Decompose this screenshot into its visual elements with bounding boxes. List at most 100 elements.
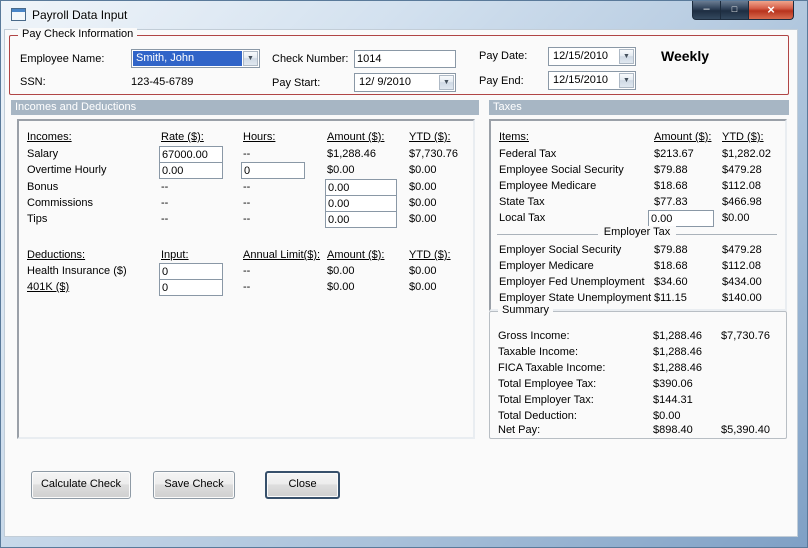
- local-tax-ytd: $0.00: [722, 212, 750, 224]
- tax-amount: $213.67: [654, 148, 694, 160]
- local-tax-label: Local Tax: [499, 212, 546, 224]
- k401-link[interactable]: 401K ($): [27, 279, 157, 296]
- summary-amount: $1,288.46: [653, 362, 702, 374]
- dropdown-arrow-icon[interactable]: ▼: [439, 75, 454, 90]
- incomes-deductions-panel: Incomes: Rate ($): Hours: Amount ($): YT…: [17, 119, 475, 439]
- tax-label: Employer Medicare: [499, 260, 594, 272]
- dropdown-arrow-icon[interactable]: ▼: [619, 49, 634, 64]
- summary-amount: $144.31: [653, 394, 693, 406]
- summary-amount: $390.06: [653, 378, 693, 390]
- salary-hours: --: [243, 148, 251, 160]
- col-tax-ytd: YTD ($):: [722, 131, 764, 143]
- k401-limit: --: [243, 281, 251, 293]
- tax-row: Employer Medicare $18.68 $112.08: [491, 258, 785, 275]
- pay-start-label: Pay Start:: [272, 77, 321, 89]
- health-amount: $0.00: [327, 265, 355, 277]
- pay-date-picker[interactable]: 12/15/2010 ▼: [548, 47, 636, 66]
- tax-ytd: $112.08: [722, 260, 761, 272]
- col-ded-ytd: YTD ($):: [409, 249, 451, 261]
- summary-ytd: $7,730.76: [721, 330, 770, 342]
- tax-ytd: $112.08: [722, 180, 761, 192]
- deductions-header-row: Deductions: Input: Annual Limit($): Amou…: [19, 247, 473, 264]
- pay-start-picker[interactable]: 12/ 9/2010 ▼: [354, 73, 456, 92]
- bonus-label: Bonus: [27, 181, 59, 193]
- overtime-hours-input[interactable]: [241, 162, 305, 179]
- minimize-icon: –: [703, 3, 710, 15]
- tips-amount-input[interactable]: [325, 211, 397, 228]
- summary-label: Taxable Income:: [498, 346, 579, 358]
- col-annual-limit: Annual Limit($):: [243, 249, 321, 261]
- summary-label: Gross Income:: [498, 330, 570, 342]
- commissions-amount-input[interactable]: [325, 195, 397, 212]
- tax-ytd: $479.28: [722, 244, 762, 256]
- salary-amount: $1,288.46: [327, 148, 376, 160]
- health-insurance-input[interactable]: [159, 263, 223, 280]
- deduction-row-health: Health Insurance ($) -- $0.00 $0.00: [19, 263, 473, 280]
- summary-label: FICA Taxable Income:: [498, 362, 606, 374]
- taxes-panel: Items: Amount ($): YTD ($): Federal Tax …: [489, 119, 787, 311]
- calculate-check-button[interactable]: Calculate Check: [31, 471, 131, 499]
- salary-rate-input[interactable]: [159, 146, 223, 163]
- window-controls: – □ ×: [692, 1, 794, 20]
- employee-name-label: Employee Name:: [20, 53, 105, 65]
- bonus-rate: --: [161, 181, 169, 193]
- tax-label: State Tax: [499, 196, 545, 208]
- tips-label: Tips: [27, 213, 48, 225]
- income-row-tips: Tips -- -- $0.00: [19, 211, 473, 228]
- pay-date-label: Pay Date:: [479, 50, 528, 62]
- dropdown-arrow-icon[interactable]: ▼: [243, 51, 258, 66]
- col-tax-amount: Amount ($):: [654, 131, 712, 143]
- employee-name-value: Smith, John: [133, 51, 242, 66]
- k401-input[interactable]: [159, 279, 223, 296]
- pay-end-label: Pay End:: [479, 75, 524, 87]
- k401-amount: $0.00: [327, 281, 355, 293]
- incomes-header-row: Incomes: Rate ($): Hours: Amount ($): YT…: [19, 129, 473, 146]
- overtime-rate-input[interactable]: [159, 162, 223, 179]
- tax-amount: $34.60: [654, 276, 688, 288]
- col-amount: Amount ($):: [327, 131, 385, 143]
- summary-legend: Summary: [498, 304, 554, 316]
- minimize-button[interactable]: –: [692, 1, 721, 20]
- summary-amount: $1,288.46: [653, 330, 702, 342]
- titlebar[interactable]: Payroll Data Input – □ ×: [1, 1, 807, 29]
- summary-row: Gross Income: $1,288.46 $7,730.76: [490, 328, 786, 345]
- employee-name-select[interactable]: Smith, John ▼: [131, 49, 260, 68]
- client-area: Pay Check Information Employee Name: Smi…: [4, 28, 798, 537]
- tips-rate: --: [161, 213, 169, 225]
- tax-amount: $77.83: [654, 196, 688, 208]
- local-tax-input[interactable]: [648, 210, 714, 227]
- bonus-ytd: $0.00: [409, 181, 437, 193]
- close-button[interactable]: Close: [265, 471, 340, 499]
- summary-label: Total Employer Tax:: [498, 394, 594, 406]
- col-incomes: Incomes:: [27, 131, 72, 143]
- summary-label: Total Employee Tax:: [498, 378, 597, 390]
- close-window-button[interactable]: ×: [748, 1, 794, 20]
- tax-row: State Tax $77.83 $466.98: [491, 194, 785, 211]
- commissions-rate: --: [161, 197, 169, 209]
- tax-amount: $18.68: [654, 260, 688, 272]
- taxes-header-row: Items: Amount ($): YTD ($):: [491, 129, 785, 146]
- pay-start-value: 12/ 9/2010: [359, 76, 411, 88]
- commissions-ytd: $0.00: [409, 197, 437, 209]
- employer-tax-label: Employer Tax: [597, 226, 677, 238]
- pay-date-value: 12/15/2010: [553, 50, 609, 62]
- save-check-button[interactable]: Save Check: [153, 471, 235, 499]
- app-icon: [11, 8, 26, 21]
- summary-group: Summary Gross Income: $1,288.46 $7,730.7…: [489, 304, 787, 439]
- pay-end-picker[interactable]: 12/15/2010 ▼: [548, 71, 636, 90]
- tax-ytd: $466.98: [722, 196, 762, 208]
- bonus-amount-input[interactable]: [325, 179, 397, 196]
- check-number-input[interactable]: [354, 50, 456, 68]
- tax-row-local: Local Tax $0.00: [491, 210, 785, 227]
- tax-row: Employee Medicare $18.68 $112.08: [491, 178, 785, 195]
- maximize-button[interactable]: □: [721, 1, 748, 20]
- summary-amount: $1,288.46: [653, 346, 702, 358]
- paycheck-info-group: Pay Check Information Employee Name: Smi…: [9, 28, 789, 95]
- tax-ytd: $434.00: [722, 276, 762, 288]
- deduction-row-401k: 401K ($) -- $0.00 $0.00: [19, 279, 473, 296]
- overtime-amount: $0.00: [327, 164, 355, 176]
- maximize-icon: □: [731, 4, 738, 14]
- tax-row: Federal Tax $213.67 $1,282.02: [491, 146, 785, 163]
- tax-row: Employer Social Security $79.88 $479.28: [491, 242, 785, 259]
- dropdown-arrow-icon[interactable]: ▼: [619, 73, 634, 88]
